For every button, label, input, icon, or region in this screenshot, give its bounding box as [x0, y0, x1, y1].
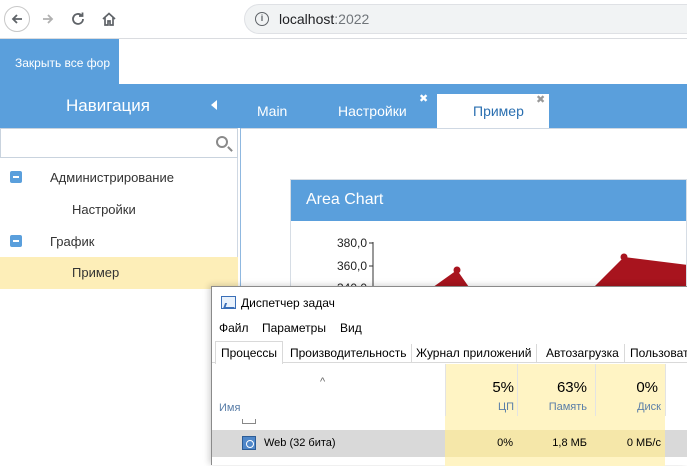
- tab-main[interactable]: Main: [245, 94, 303, 128]
- process-cpu: 0%: [497, 437, 513, 449]
- menu-options[interactable]: Параметры: [262, 321, 326, 335]
- memory-total-percent[interactable]: 63%: [517, 379, 587, 396]
- window-title: Диспетчер задач: [241, 296, 335, 310]
- home-button[interactable]: [96, 6, 122, 32]
- nav-search-input[interactable]: [0, 128, 238, 158]
- tab-example[interactable]: Пример ✖: [437, 94, 549, 128]
- process-app-icon: [242, 436, 256, 450]
- task-manager-window: Диспетчер задач Файл Параметры Вид Проце…: [211, 286, 687, 466]
- process-name: Web (32 бита): [264, 437, 336, 449]
- sort-up-icon[interactable]: ^: [320, 376, 325, 388]
- tab-startup[interactable]: Автозагрузка: [541, 344, 625, 363]
- tree-item-example[interactable]: Пример: [0, 257, 238, 289]
- disk-total-percent[interactable]: 0%: [595, 379, 658, 396]
- tab-label: Main: [257, 103, 288, 119]
- tree-item-label: Настройки: [72, 202, 136, 217]
- home-icon: [102, 12, 116, 26]
- column-header-memory[interactable]: Память: [517, 401, 587, 413]
- navigation-title: Навигация: [66, 96, 150, 115]
- process-memory: 1,8 МБ: [552, 437, 587, 449]
- column-header-disk[interactable]: Диск: [595, 401, 661, 413]
- forward-button[interactable]: [35, 6, 61, 32]
- tree-item-label: Пример: [72, 265, 120, 280]
- process-row[interactable]: Web (32 бита) 0% 1,8 МБ 0 МБ/с: [212, 430, 687, 457]
- tab-label: Настройки: [338, 103, 407, 119]
- tab-performance[interactable]: Производительность: [285, 344, 413, 363]
- cpu-total-percent[interactable]: 5%: [445, 379, 514, 396]
- close-all-forms-button[interactable]: Закрыть все фор: [0, 39, 119, 84]
- close-tab-icon[interactable]: ✖: [419, 92, 428, 105]
- column-header-cpu[interactable]: ЦП: [445, 401, 514, 413]
- reload-icon: [72, 12, 84, 25]
- tree-item-administration[interactable]: Администрирование: [0, 162, 238, 194]
- tab-app-history[interactable]: Журнал приложений: [411, 344, 538, 363]
- content-border: [240, 128, 687, 129]
- collapse-icon[interactable]: [10, 235, 22, 247]
- tree-item-chart[interactable]: График: [0, 226, 238, 258]
- browser-toolbar: i localhost:2022: [0, 0, 687, 39]
- collapse-icon[interactable]: [10, 171, 22, 183]
- area-series-fill: [593, 257, 686, 288]
- tree-item-settings[interactable]: Настройки: [0, 194, 238, 226]
- tree-item-label: Администрирование: [50, 170, 174, 185]
- process-disk: 0 МБ/с: [626, 437, 661, 449]
- menu-file[interactable]: Файл: [219, 321, 249, 335]
- task-manager-tabs: Процессы Производительность Журнал прило…: [212, 341, 687, 364]
- forward-arrow-icon: [43, 14, 54, 24]
- data-point: [453, 266, 461, 274]
- tab-processes[interactable]: Процессы: [215, 341, 284, 364]
- search-icon[interactable]: [216, 136, 228, 148]
- back-arrow-icon: [11, 14, 22, 24]
- tab-settings[interactable]: Настройки ✖: [323, 92, 437, 128]
- info-icon[interactable]: i: [255, 12, 269, 26]
- tree-item-label: График: [50, 234, 95, 249]
- address-bar[interactable]: i localhost:2022: [244, 4, 687, 34]
- content-left-border: [240, 128, 241, 288]
- close-tab-icon[interactable]: ✖: [536, 93, 545, 106]
- column-separator: [665, 364, 666, 416]
- address-url: localhost:2022: [279, 11, 370, 27]
- data-point: [620, 253, 628, 261]
- back-button[interactable]: [4, 6, 30, 32]
- column-header-name[interactable]: Имя: [219, 402, 240, 414]
- chart-panel: Area Chart 380,0 360,0 340,0: [290, 179, 687, 289]
- partial-row-icon: [242, 419, 256, 424]
- tab-label: Пример: [473, 103, 524, 119]
- reload-button[interactable]: [65, 6, 91, 32]
- collapse-nav-icon[interactable]: [211, 100, 217, 110]
- tab-users[interactable]: Пользоват: [625, 344, 687, 363]
- task-manager-icon: [221, 296, 236, 309]
- menu-view[interactable]: Вид: [340, 321, 362, 335]
- area-chart-plot: [369, 242, 686, 288]
